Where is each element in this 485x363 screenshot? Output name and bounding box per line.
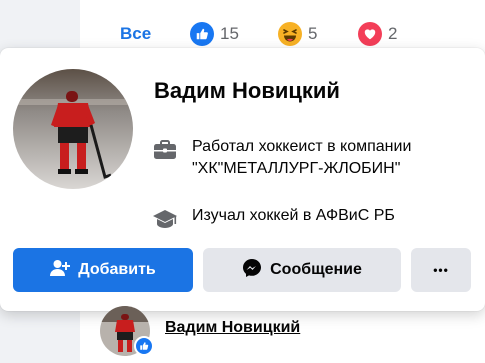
like-count: 15 (220, 24, 239, 43)
more-options-button[interactable]: ••• (411, 248, 471, 292)
comment-author-name[interactable]: Вадим Новицкий (165, 319, 300, 337)
like-badge-icon (134, 336, 154, 356)
add-friend-label: Добавить (78, 261, 156, 278)
work-info: Работал хоккеист в компании "ХК"МЕТАЛЛУР… (152, 136, 411, 180)
graduation-cap-icon (152, 206, 178, 232)
like-icon (190, 22, 214, 46)
reactions-tab-haha[interactable]: 5 (278, 22, 317, 46)
education-info: Изучал хоккей в АФВиС РБ (152, 205, 395, 232)
haha-icon (278, 22, 302, 46)
messenger-icon (242, 258, 262, 283)
reactions-tab-love[interactable]: 2 (358, 22, 397, 46)
love-count: 2 (388, 24, 398, 43)
more-options-icon: ••• (433, 263, 449, 277)
work-text-line1: Работал хоккеист в компании (192, 138, 412, 155)
work-text-line2[interactable]: "ХК"МЕТАЛЛУРГ-ЖЛОБИН" (192, 158, 411, 180)
profile-avatar[interactable] (13, 69, 133, 189)
message-label: Сообщение (270, 261, 362, 278)
reactions-tab-like[interactable]: 15 (190, 22, 239, 46)
reactions-tab-all[interactable]: Все (120, 24, 151, 44)
profile-name[interactable]: Вадим Новицкий (154, 78, 340, 104)
add-friend-icon (50, 259, 71, 282)
education-text[interactable]: Изучал хоккей в АФВиС РБ (192, 205, 395, 227)
love-icon (358, 22, 382, 46)
message-button[interactable]: Сообщение (203, 248, 401, 292)
briefcase-icon (152, 137, 178, 163)
haha-count: 5 (308, 24, 318, 43)
profile-hover-card: Вадим Новицкий Работал хоккеист в компан… (0, 48, 485, 311)
add-friend-button[interactable]: Добавить (13, 248, 193, 292)
